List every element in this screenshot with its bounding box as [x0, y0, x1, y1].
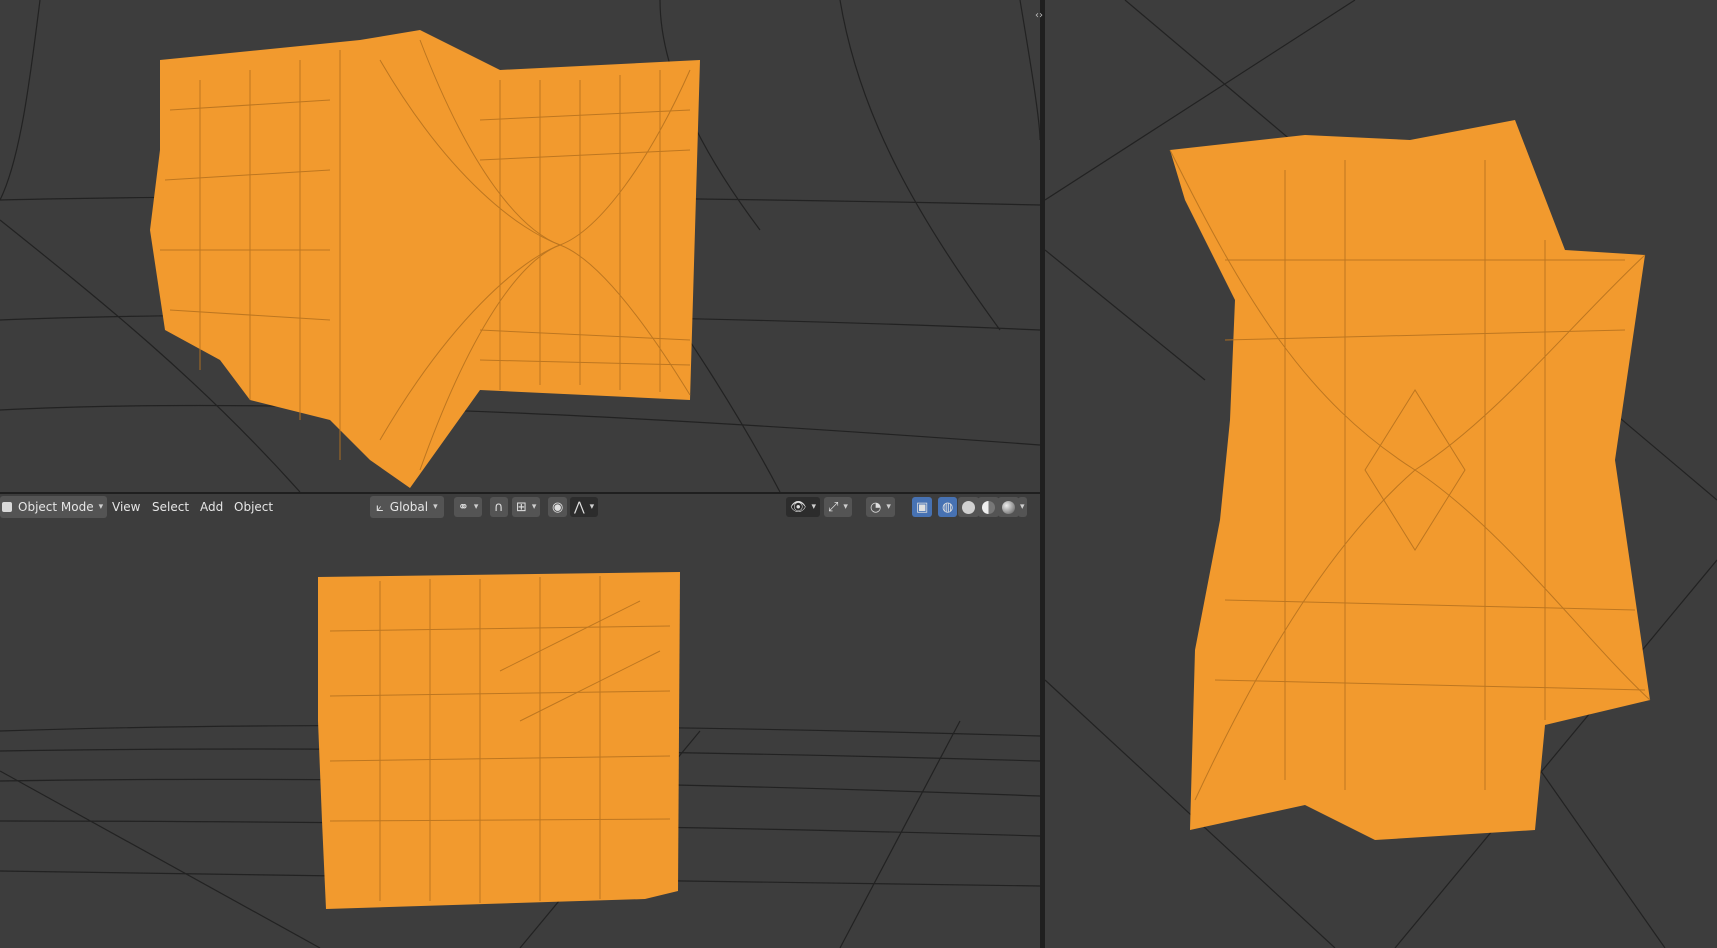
viewport-header: Object Mode ▾ View Select Add Object ⟀ G…: [0, 494, 1040, 521]
chevron-down-icon: ▾: [589, 502, 595, 512]
falloff-curve-icon: ⋀: [574, 499, 585, 515]
scene-canvas-bottom: [0, 572, 1040, 948]
orange-mesh-bottom: [318, 572, 680, 909]
viewport-top-left[interactable]: [0, 0, 1040, 492]
chevron-down-icon: ▾: [1020, 502, 1025, 512]
proportional-editing-icon: ◉: [552, 499, 564, 515]
chevron-down-icon: ▾: [531, 502, 537, 512]
overlay-dropdown[interactable]: ◔ ▾: [866, 497, 895, 517]
solid-shading-button[interactable]: [958, 497, 979, 517]
visibility-dropdown[interactable]: 👁 ▾: [786, 497, 821, 517]
wireframe-shading-icon: ◍: [942, 499, 954, 515]
scene-canvas-top: [0, 0, 1040, 492]
snap-target-dropdown[interactable]: ⊞ ▾: [512, 497, 541, 517]
wireframe-shading-button[interactable]: ◍: [938, 497, 958, 517]
transform-orientation-icon: ⟀: [376, 499, 384, 515]
chevron-down-icon: ▾: [843, 502, 848, 512]
mode-label: Object Mode: [18, 500, 94, 514]
xray-icon: ▣: [916, 499, 929, 515]
snap-icon: ∩: [494, 499, 504, 515]
gizmo-dropdown[interactable]: ⤢ ▾: [824, 497, 852, 517]
pivot-point-icon: ⚭: [458, 499, 469, 515]
chevron-down-icon: ▾: [886, 502, 891, 512]
falloff-dropdown[interactable]: ⋀ ▾: [570, 497, 599, 517]
solid-shading-icon: [962, 500, 975, 514]
orange-mesh-top: [150, 30, 700, 488]
transform-orientation-dropdown[interactable]: ⟀ Global ▾: [370, 496, 444, 518]
object-mode-dropdown[interactable]: Object Mode ▾: [0, 496, 108, 518]
orange-mesh-right: [1169, 120, 1651, 840]
scene-canvas-right: [1045, 0, 1717, 948]
menu-object[interactable]: Object: [228, 496, 279, 518]
menu-add[interactable]: Add: [194, 496, 229, 518]
shading-options-dropdown[interactable]: ▾: [1018, 497, 1027, 517]
material-shading-button[interactable]: [978, 497, 999, 517]
material-shading-icon: [982, 500, 995, 514]
proportional-editing-toggle[interactable]: ◉: [548, 497, 568, 517]
area-split-icon[interactable]: ‹›: [1035, 10, 1043, 21]
rendered-shading-icon: [1002, 500, 1015, 514]
chevron-down-icon: ▾: [811, 502, 817, 512]
object-mode-icon: [2, 502, 12, 512]
eye-icon: 👁: [790, 499, 807, 515]
xray-toggle[interactable]: ▣: [912, 497, 933, 517]
overlay-icon: ◔: [870, 499, 882, 515]
rendered-shading-button[interactable]: [998, 497, 1019, 517]
chevron-down-icon: ▾: [473, 502, 479, 512]
menu-view[interactable]: View: [106, 496, 146, 518]
menu-select[interactable]: Select: [146, 496, 195, 518]
chevron-down-icon: ▾: [433, 502, 438, 512]
chevron-down-icon: ▾: [98, 502, 104, 512]
viewport-bottom-left[interactable]: [0, 521, 1040, 948]
gizmo-icon: ⤢: [828, 499, 839, 515]
pivot-point-dropdown[interactable]: ⚭ ▾: [454, 497, 483, 517]
viewport-right[interactable]: [1045, 0, 1717, 948]
snap-increment-icon: ⊞: [516, 499, 527, 515]
snap-toggle[interactable]: ∩: [490, 497, 508, 517]
